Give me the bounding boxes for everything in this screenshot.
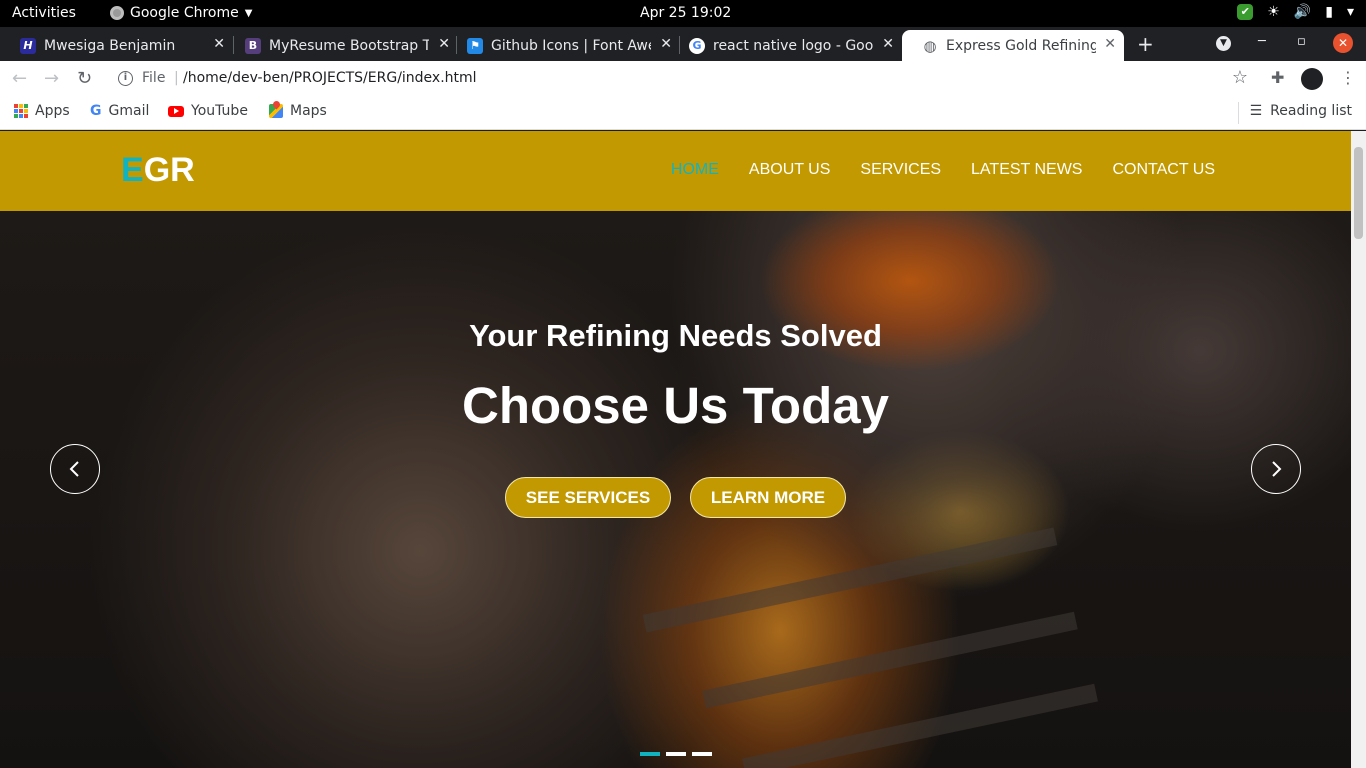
page-viewport: EGR HOME ABOUT US SERVICES LATEST NEWS C… bbox=[0, 131, 1351, 768]
bookmark-star-icon[interactable]: ☆ bbox=[1232, 67, 1248, 88]
tab-title: react native logo - Goog bbox=[713, 37, 873, 54]
scrollbar-thumb[interactable] bbox=[1354, 147, 1363, 239]
nav-contact-us[interactable]: CONTACT US bbox=[1112, 161, 1215, 179]
youtube-icon bbox=[168, 105, 184, 117]
volume-icon[interactable]: 🔊 bbox=[1294, 4, 1311, 20]
tab-title: Github Icons | Font Awe bbox=[491, 37, 651, 54]
tab-title: Express Gold Refining L bbox=[946, 37, 1096, 54]
hero-buttons: SEE SERVICES LEARN MORE bbox=[0, 477, 1351, 518]
system-top-bar: Activities Google Chrome ▼ Apr 25 19:02 … bbox=[0, 0, 1366, 27]
bookmark-label: Maps bbox=[290, 103, 327, 119]
maps-icon bbox=[269, 104, 283, 118]
profile-avatar[interactable] bbox=[1301, 68, 1323, 90]
back-arrow-icon[interactable]: ← bbox=[12, 68, 27, 89]
bookmark-youtube[interactable]: YouTube bbox=[168, 103, 248, 119]
carousel-indicator[interactable] bbox=[640, 752, 660, 756]
bookmark-maps[interactable]: Maps bbox=[269, 103, 327, 119]
info-icon[interactable]: i bbox=[118, 71, 133, 86]
tab-favicon-icon: H bbox=[20, 37, 36, 54]
tab-mwesiga[interactable]: H Mwesiga Benjamin ✕ bbox=[0, 30, 233, 61]
app-menu-label: Google Chrome bbox=[130, 5, 239, 21]
bookmark-apps[interactable]: Apps bbox=[14, 103, 70, 119]
tab-react-native-logo[interactable]: G react native logo - Goog ✕ bbox=[669, 30, 902, 61]
chevron-right-icon bbox=[1272, 461, 1282, 477]
site-logo[interactable]: EGR bbox=[121, 151, 195, 190]
url-separator: | bbox=[174, 70, 179, 86]
tab-myresume[interactable]: B MyResume Bootstrap T ✕ bbox=[225, 30, 458, 61]
carousel-prev-button[interactable] bbox=[50, 444, 100, 494]
nav-latest-news[interactable]: LATEST NEWS bbox=[971, 161, 1082, 179]
nav-home[interactable]: HOME bbox=[671, 161, 719, 179]
window-close-icon[interactable]: ✕ bbox=[1333, 33, 1353, 53]
hero-subtitle: Your Refining Needs Solved bbox=[469, 318, 882, 353]
bookmarks-bar: Apps G Gmail YouTube Maps ☰ Reading list bbox=[0, 97, 1366, 130]
shield-check-icon[interactable]: ✔ bbox=[1237, 4, 1254, 20]
close-tab-icon[interactable]: ✕ bbox=[882, 36, 894, 52]
forward-arrow-icon[interactable]: → bbox=[44, 68, 59, 89]
carousel-indicator[interactable] bbox=[692, 752, 712, 756]
main-nav: HOME ABOUT US SERVICES LATEST NEWS CONTA… bbox=[671, 161, 1215, 179]
nav-services[interactable]: SERVICES bbox=[860, 161, 941, 179]
brightness-icon[interactable]: ☀ bbox=[1267, 4, 1280, 20]
hero-title: Choose Us Today bbox=[462, 377, 889, 434]
tab-search-icon[interactable]: ▼ bbox=[1216, 36, 1231, 51]
site-header: EGR HOME ABOUT US SERVICES LATEST NEWS C… bbox=[0, 131, 1351, 211]
url-scheme: File bbox=[142, 70, 166, 86]
address-bar[interactable]: i File | /home/dev-ben/PROJECTS/ERG/inde… bbox=[108, 64, 1260, 94]
system-tray[interactable]: ✔ ☀ 🔊 ▮ ▾ bbox=[1237, 4, 1354, 20]
maximize-icon[interactable]: ▫ bbox=[1297, 34, 1306, 49]
bookmark-label: YouTube bbox=[191, 103, 248, 119]
bookmark-label: Apps bbox=[35, 103, 70, 119]
reading-list-label: Reading list bbox=[1270, 103, 1352, 119]
url-text[interactable]: /home/dev-ben/PROJECTS/ERG/index.html bbox=[183, 70, 477, 86]
logo-text: GR bbox=[143, 151, 195, 189]
learn-more-button[interactable]: LEARN MORE bbox=[690, 477, 846, 518]
logo-accent-letter: E bbox=[121, 151, 144, 189]
close-tab-icon[interactable]: ✕ bbox=[213, 36, 225, 52]
caret-down-icon: ▼ bbox=[244, 7, 253, 19]
bookmark-label: Gmail bbox=[108, 103, 150, 119]
reading-list-icon: ☰ bbox=[1249, 103, 1263, 119]
bookmarks-divider bbox=[1238, 102, 1239, 124]
app-menu[interactable]: Google Chrome ▼ bbox=[110, 5, 252, 21]
minimize-icon[interactable]: ─ bbox=[1258, 34, 1266, 49]
tab-express-gold-refining[interactable]: ◍ Express Gold Refining L ✕ bbox=[902, 30, 1124, 61]
nav-about-us[interactable]: ABOUT US bbox=[749, 161, 831, 179]
new-tab-icon[interactable]: + bbox=[1137, 32, 1154, 56]
hero-carousel: Your Refining Needs Solved Choose Us Tod… bbox=[0, 211, 1351, 768]
browser-toolbar: ← → ↻ i File | /home/dev-ben/PROJECTS/ER… bbox=[0, 61, 1366, 97]
tab-favicon-icon: B bbox=[245, 37, 261, 54]
google-icon: G bbox=[90, 103, 102, 119]
close-tab-icon[interactable]: ✕ bbox=[1104, 36, 1116, 52]
extensions-puzzle-icon[interactable]: ✚ bbox=[1271, 68, 1284, 87]
tab-favicon-icon: ⚑ bbox=[467, 37, 483, 54]
chevron-left-icon bbox=[69, 461, 79, 477]
page-scrollbar[interactable] bbox=[1351, 131, 1366, 768]
see-services-button[interactable]: SEE SERVICES bbox=[505, 477, 671, 518]
tab-title: MyResume Bootstrap T bbox=[269, 37, 429, 54]
tab-strip: H Mwesiga Benjamin ✕ B MyResume Bootstra… bbox=[0, 27, 1366, 61]
bookmark-gmail[interactable]: G Gmail bbox=[90, 103, 149, 119]
carousel-indicators bbox=[640, 752, 712, 756]
tab-title: Mwesiga Benjamin bbox=[44, 37, 176, 54]
tab-github-icons[interactable]: ⚑ Github Icons | Font Awe ✕ bbox=[447, 30, 680, 61]
activities-button[interactable]: Activities bbox=[12, 5, 76, 21]
clock[interactable]: Apr 25 19:02 bbox=[640, 5, 731, 21]
battery-icon[interactable]: ▮ bbox=[1325, 4, 1333, 20]
reading-list-button[interactable]: ☰ Reading list bbox=[1250, 103, 1352, 119]
chrome-icon bbox=[110, 6, 124, 20]
tab-favicon-icon: G bbox=[689, 37, 705, 54]
carousel-indicator[interactable] bbox=[666, 752, 686, 756]
carousel-next-button[interactable] bbox=[1251, 444, 1301, 494]
tab-favicon-icon: ◍ bbox=[923, 36, 937, 55]
kebab-menu-icon[interactable]: ⋮ bbox=[1340, 68, 1356, 87]
power-menu-icon[interactable]: ▾ bbox=[1347, 4, 1354, 20]
apps-grid-icon bbox=[14, 104, 28, 118]
reload-icon[interactable]: ↻ bbox=[77, 68, 92, 89]
